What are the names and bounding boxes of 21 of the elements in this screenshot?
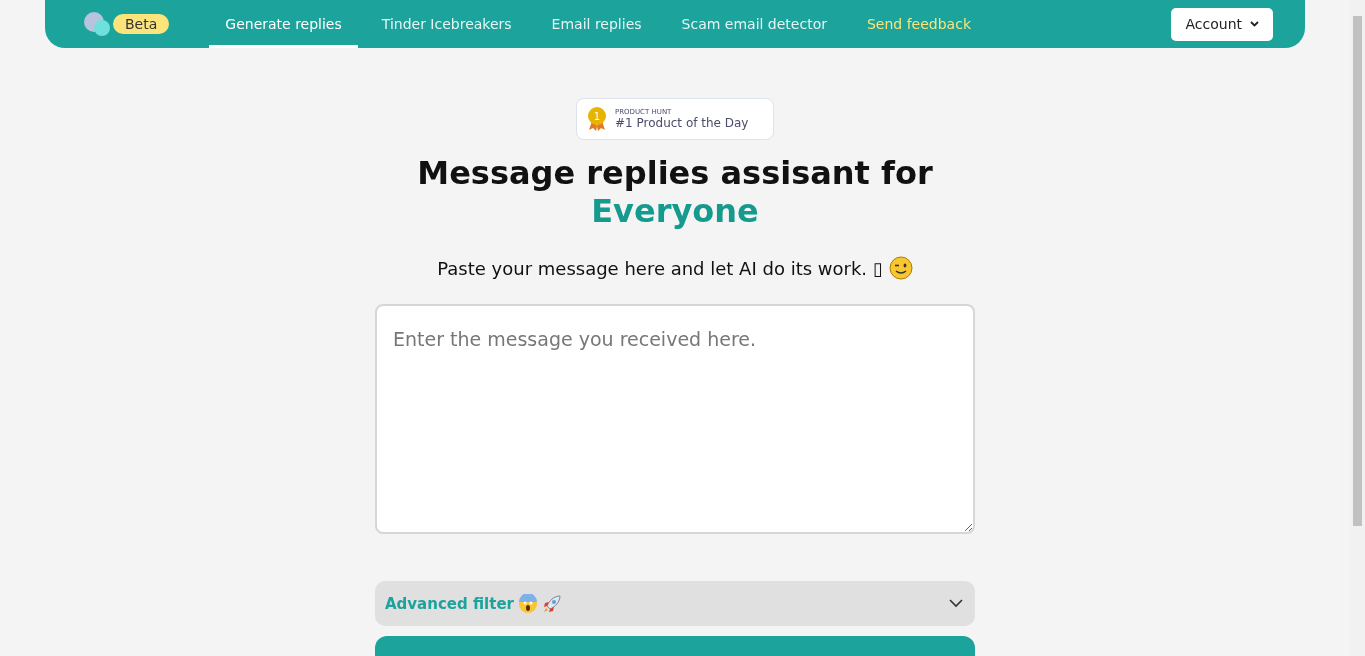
headline-highlight: Everyone xyxy=(591,192,759,230)
nav-tab[interactable]: Tinder Icebreakers xyxy=(365,0,528,48)
winking-face-icon xyxy=(888,256,913,280)
beta-badge: Beta xyxy=(113,14,170,34)
award-title: #1 Product of the Day xyxy=(615,116,749,130)
rank-number: 1 xyxy=(593,111,601,122)
nav-tab[interactable]: Generate replies xyxy=(209,0,358,48)
account-button[interactable]: Account xyxy=(1171,7,1273,41)
nav-tab[interactable]: Send feedback xyxy=(850,0,987,48)
nav-tab[interactable]: Email replies xyxy=(535,0,658,48)
chat-bubbles-icon xyxy=(83,11,111,37)
chevron-down-icon xyxy=(949,599,963,608)
subtitle: Paste your message here and let AI do its work. ▯ xyxy=(437,257,883,279)
rocket-icon xyxy=(541,593,562,614)
chevron-down-icon xyxy=(1250,21,1259,27)
advanced-filter-toggle[interactable]: Advanced filter xyxy=(375,581,975,626)
nav-tab[interactable]: Scam email detector xyxy=(665,0,843,48)
screaming-face-icon xyxy=(517,593,538,614)
scrollbar-thumb[interactable] xyxy=(1353,16,1362,526)
message-input-field[interactable]: Enter the message you received here. xyxy=(375,304,975,534)
headline: Message replies assisant for xyxy=(417,154,933,192)
